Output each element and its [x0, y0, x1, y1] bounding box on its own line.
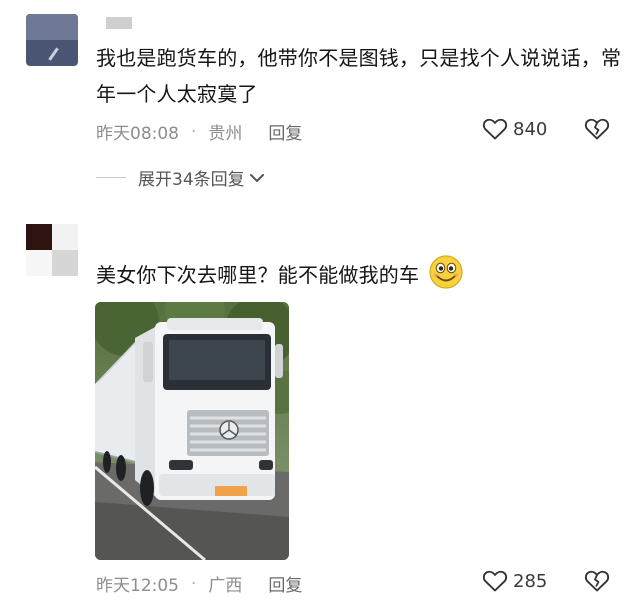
comment-text-content: 美女你下次去哪里？能不能做我的车 — [96, 263, 420, 287]
like-count: 840 — [513, 118, 548, 140]
comment-text: 美女你下次去哪里？能不能做我的车 — [96, 254, 616, 293]
heart-outline-icon — [482, 570, 508, 592]
avatar-shape — [26, 224, 52, 250]
broken-heart-icon — [584, 118, 610, 140]
chevron-down-icon — [249, 173, 264, 182]
expand-divider — [96, 177, 126, 178]
comment-meta: 昨天12:05 · 广西 回复 — [96, 571, 302, 597]
expand-replies-button[interactable]: 展开34条回复 — [96, 165, 265, 190]
avatar-shape — [52, 224, 78, 250]
comment-time: 昨天08:08 — [96, 124, 179, 144]
reply-button[interactable]: 回复 — [268, 571, 302, 596]
expand-replies-label: 展开34条回复 — [138, 170, 245, 190]
smiling-face-emoji — [429, 255, 463, 289]
dislike-button[interactable] — [584, 569, 610, 597]
comment-location: 贵州 — [208, 124, 243, 144]
truck-photo-illustration — [95, 302, 289, 560]
comment-time: 昨天12:05 — [96, 576, 179, 596]
heart-outline-icon — [482, 118, 508, 140]
comment-location: 广西 — [208, 576, 243, 596]
avatar-shape — [52, 250, 78, 276]
meta-separator: · — [191, 573, 197, 594]
avatar-mark — [39, 41, 59, 61]
like-button[interactable]: 285 — [482, 569, 547, 593]
like-count: 285 — [513, 570, 548, 592]
commenter-name-pixelated[interactable] — [106, 17, 132, 29]
commenter-avatar[interactable] — [26, 14, 78, 66]
comment-text: 我也是跑货车的，他带你不是图钱，只是找个人说说话，常年一个人太寂寞了 — [96, 46, 622, 106]
attached-photo[interactable] — [95, 302, 289, 560]
comment-meta: 昨天08:08 · 贵州 回复 — [96, 119, 302, 145]
avatar-shape — [26, 250, 52, 276]
reply-button[interactable]: 回复 — [268, 119, 302, 144]
dislike-button[interactable] — [584, 117, 610, 145]
like-button[interactable]: 840 — [482, 117, 547, 141]
meta-separator: · — [191, 121, 197, 142]
avatar-shape — [26, 14, 78, 40]
broken-heart-icon — [584, 570, 610, 592]
commenter-avatar[interactable] — [26, 224, 78, 276]
